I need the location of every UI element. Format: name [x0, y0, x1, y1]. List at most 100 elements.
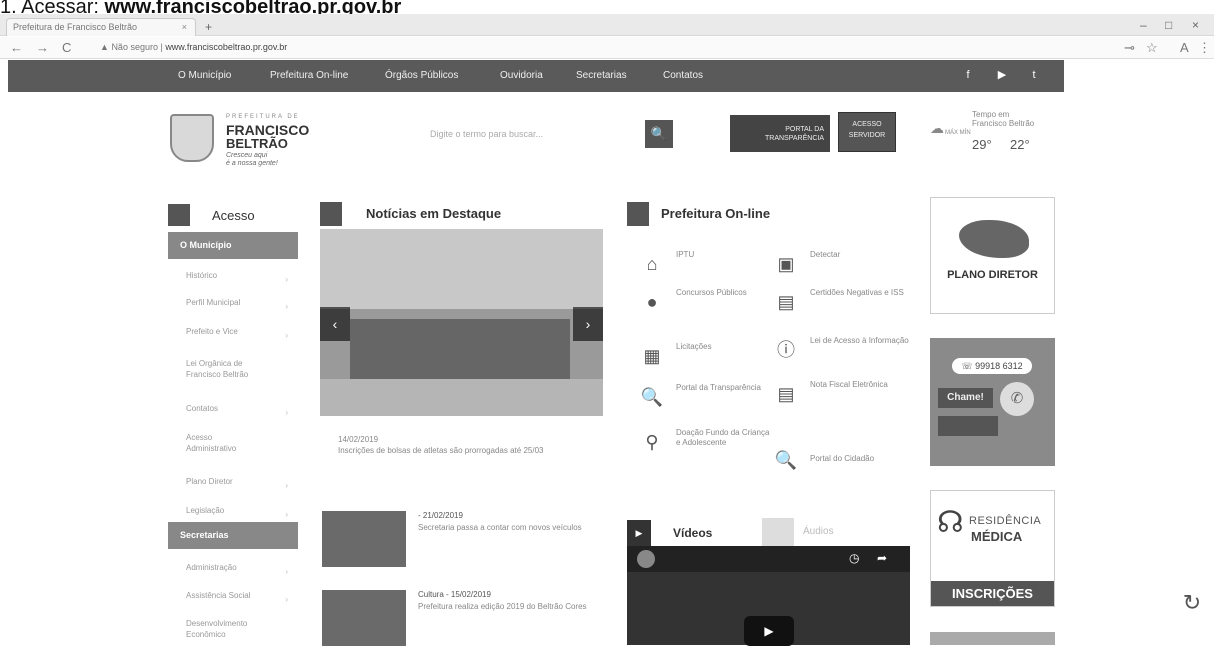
service-lei-acesso[interactable]: ⓘ Lei de Acesso à Informação [774, 336, 909, 374]
search-icon: 🔍 [640, 387, 664, 407]
service-detectar[interactable]: ▣ Detectar [774, 250, 909, 288]
sidebar-item-contatos[interactable]: Contatos › [168, 403, 298, 417]
sidebar-item-historico[interactable]: Histórico › [168, 270, 298, 284]
youtube-icon[interactable]: ▶ [994, 67, 1010, 83]
watch-later-icon[interactable]: ◷ [849, 551, 859, 565]
recaptcha-icon[interactable]: ↻ [1178, 590, 1206, 624]
sidebar-title: Acesso [212, 208, 255, 223]
sidebar-item-label: Contatos [186, 404, 219, 413]
sidebar-item-label: Plano Diretor [186, 477, 233, 486]
sidebar-item-prefeito[interactable]: Prefeito e Vice › [168, 326, 298, 340]
sidebar-item-legislacao[interactable]: Legislação › [168, 505, 298, 519]
sidebar-item-lei-organica[interactable]: Lei Orgânica de Francisco Beltrão [168, 358, 278, 380]
sidebar-item-assistencia[interactable]: Assistência Social › [168, 590, 298, 604]
nav-prefeitura-online[interactable]: Prefeitura On-line [270, 70, 348, 81]
banner-plano-diretor[interactable]: PLANO DIRETOR [930, 197, 1055, 314]
service-portal-transparencia[interactable]: 🔍 Portal da Transparência [640, 383, 775, 421]
video-play-button[interactable]: ▶ [744, 616, 794, 646]
banner-residencia-medica[interactable]: ☊ RESIDÊNCIA MÉDICA INSCRIÇÕES [930, 490, 1055, 607]
search-button[interactable]: 🔍 [645, 120, 673, 148]
banner-partial[interactable] [930, 632, 1055, 645]
instruction-url[interactable]: www.franciscobeltrao.pr.gov.br [105, 0, 402, 14]
sidebar-group-municipio[interactable]: O Município [168, 232, 298, 259]
menu-icon[interactable]: ⋮ [1198, 40, 1211, 56]
service-licitacoes[interactable]: ▦ Licitações [640, 342, 775, 380]
sidebar-item-administracao[interactable]: Administração › [168, 562, 298, 576]
news-list-item[interactable]: - 21/02/2019 Secretaria passa a contar c… [322, 511, 607, 571]
tab-audios[interactable]: Áudios [803, 526, 834, 537]
ribbon-icon: ⚲ [645, 432, 659, 452]
news-list-item[interactable]: Cultura - 15/02/2019 Prefeitura realiza … [322, 590, 607, 650]
nav-secretarias[interactable]: Secretarias [576, 70, 627, 81]
service-nota-fiscal[interactable]: ▤ Nota Fiscal Eletrônica [774, 380, 909, 418]
service-portal-cidadao[interactable]: 🔍 Portal do Cidadão [774, 446, 909, 484]
video-player[interactable]: ◷ ➦ ▶ [627, 546, 910, 646]
new-tab-button[interactable]: + [205, 20, 212, 34]
service-concursos[interactable]: ● Concursos Públicos [640, 288, 775, 326]
share-icon[interactable]: ➦ [877, 551, 887, 565]
service-iptu[interactable]: ⌂ IPTU [640, 250, 775, 288]
truck-icon [938, 416, 998, 436]
acesso-line1: ACESSO [852, 121, 882, 128]
featured-news-caption[interactable]: 14/02/2019 Inscrições de bolsas de atlet… [338, 434, 603, 456]
sidebar-item-acesso-admin[interactable]: Acesso Administrativo [168, 432, 278, 454]
twitter-icon[interactable]: t [1026, 67, 1042, 83]
browser-tab-bar: Prefeitura de Francisco Beltrão × + – □ … [0, 14, 1214, 36]
carousel-next-icon[interactable]: › [573, 307, 603, 341]
service-label: Certidões Negativas e ISS [810, 288, 904, 297]
search-icon: 🔍 [774, 450, 798, 470]
news-carousel[interactable]: ‹ › [320, 229, 603, 416]
logo-motto-line1: Cresceu aqui [226, 152, 268, 159]
carousel-prev-icon[interactable]: ‹ [320, 307, 350, 341]
facebook-icon[interactable]: f [960, 67, 976, 83]
search-input[interactable]: Digite o termo para buscar... [420, 120, 638, 148]
chevron-right-icon: › [285, 567, 288, 576]
maximize-icon[interactable]: □ [1165, 18, 1172, 32]
key-icon[interactable]: ⊸ [1124, 40, 1135, 56]
url-text: www.franciscobeltrao.pr.gov.br [165, 42, 288, 52]
tab-close-icon[interactable]: × [182, 22, 187, 32]
sidebar-item-label: Prefeito e Vice [186, 327, 238, 336]
nav-ouvidoria[interactable]: Ouvidoria [500, 70, 543, 81]
forward-icon[interactable]: → [36, 40, 49, 55]
nav-municipio[interactable]: O Município [178, 70, 231, 81]
sidebar-item-label: Histórico [186, 271, 218, 280]
service-certidoes[interactable]: ▤ Certidões Negativas e ISS [774, 288, 909, 326]
coat-of-arms-icon [170, 114, 214, 162]
service-doacao[interactable]: ⚲ Doação Fundo da Criança e Adolescente [640, 428, 775, 468]
logo-name-line2: BELTRÃO [226, 136, 288, 151]
back-icon[interactable]: ← [10, 40, 23, 55]
instruction-heading: 1. Acessar: www.franciscobeltrao.pr.gov.… [0, 0, 600, 14]
weather-label-line1: Tempo em [972, 110, 1010, 119]
service-label: Detectar [810, 250, 841, 259]
close-window-icon[interactable]: × [1192, 18, 1199, 32]
service-label: Concursos Públicos [676, 288, 747, 297]
news-date: Cultura - 15/02/2019 [418, 590, 491, 599]
nav-orgaos-publicos[interactable]: Órgãos Públicos [385, 70, 458, 81]
star-icon[interactable]: ☆ [1146, 40, 1158, 56]
portal-transparencia-button[interactable]: PORTAL DA TRANSPARÊNCIA [730, 115, 830, 152]
menu-square-icon [168, 204, 190, 226]
nav-contatos[interactable]: Contatos [663, 70, 703, 81]
browser-tab[interactable]: Prefeitura de Francisco Beltrão × [6, 18, 196, 36]
address-field[interactable]: ▲ Não seguro | www.franciscobeltrao.pr.g… [100, 42, 287, 52]
reload-icon[interactable]: C [62, 40, 71, 55]
video-title-bar: ◷ ➦ [627, 546, 910, 572]
sidebar-item-desenvolvimento[interactable]: Desenvolvimento Econômico [168, 618, 278, 640]
acesso-servidor-button[interactable]: ACESSO SERVIDOR [838, 112, 896, 152]
sidebar-item-label: Acesso Administrativo [186, 433, 237, 453]
sidebar-item-plano-diretor[interactable]: Plano Diretor › [168, 476, 298, 490]
minimize-icon[interactable]: – [1140, 18, 1147, 32]
temp-max: 29° [972, 137, 992, 152]
site-logo[interactable]: PREFEITURA DE FRANCISCO BELTRÃO Cresceu … [170, 114, 310, 174]
info-icon: ⓘ [777, 340, 795, 360]
banner-whatsapp[interactable]: ☏ 99918 6312 Chame! ✆ [930, 338, 1055, 466]
sidebar-group-secretarias[interactable]: Secretarias [168, 522, 298, 549]
sidebar-item-perfil[interactable]: Perfil Municipal › [168, 297, 298, 311]
videos-panel: ▶ Vídeos Áudios ◷ ➦ ▶ [627, 518, 910, 646]
chevron-right-icon: › [285, 595, 288, 604]
extension-icon[interactable]: A [1180, 40, 1189, 55]
tab-videos[interactable]: Vídeos [673, 526, 712, 540]
weather-widget: ☁ MÁX MÍN Tempo em Francisco Beltrão 29°… [930, 110, 1070, 160]
main-nav: O Município Prefeitura On-line Órgãos Pú… [8, 60, 1064, 92]
